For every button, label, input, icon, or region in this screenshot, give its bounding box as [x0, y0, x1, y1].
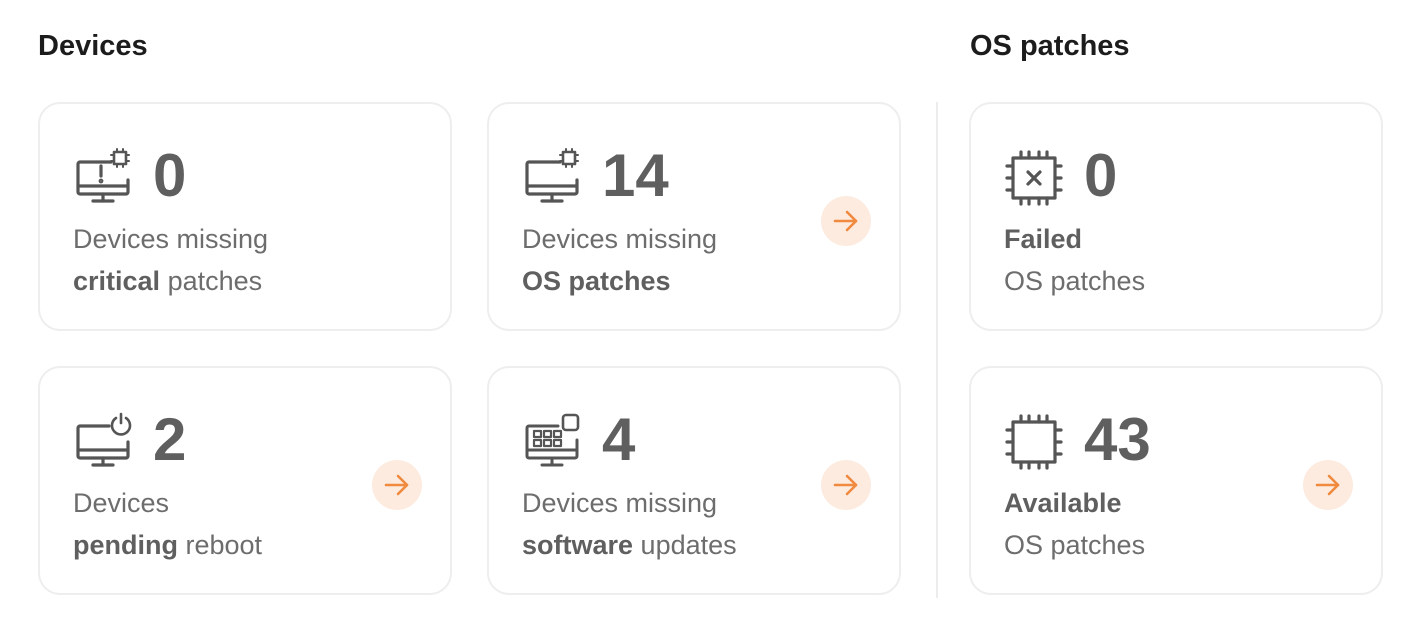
failed-label: Failed OS patches — [1004, 218, 1145, 302]
card-pending-reboot: 2 Devices pending reboot — [38, 366, 452, 595]
os-patches-section-title: OS patches — [970, 30, 1130, 62]
software-arrow-button[interactable] — [821, 460, 871, 510]
os-missing-count: 14 — [602, 142, 669, 209]
card-missing-os-patches: 14 Devices missing OS patches — [487, 102, 901, 331]
monitor-alert-icon — [74, 148, 134, 208]
software-label: Devices missing software updates — [522, 482, 737, 566]
reboot-arrow-button[interactable] — [372, 460, 422, 510]
arrow-right-icon — [384, 474, 409, 496]
arrow-right-icon — [833, 210, 858, 232]
available-arrow-button[interactable] — [1303, 460, 1353, 510]
chip-x-icon — [1005, 148, 1065, 208]
card-failed-os-patches: 0 Failed OS patches — [969, 102, 1383, 331]
reboot-count: 2 — [153, 406, 187, 473]
monitor-chip-icon — [523, 148, 583, 208]
critical-label-line1: Devices missing — [73, 224, 269, 254]
card-software-updates: 4 Devices missing software updates — [487, 366, 901, 595]
available-label-line2: OS patches — [1004, 530, 1146, 560]
card-available-os-patches: 43 Available OS patches — [969, 366, 1383, 595]
arrow-right-icon — [1315, 474, 1340, 496]
monitor-apps-icon — [523, 412, 583, 472]
reboot-label-line1: Devices — [73, 488, 170, 518]
section-divider — [936, 102, 938, 598]
failed-label-line2: OS patches — [1004, 266, 1146, 296]
software-count: 4 — [602, 406, 636, 473]
software-label-line1: Devices missing — [522, 488, 718, 518]
software-label-rest: updates — [633, 530, 737, 560]
os-missing-label-line1: Devices missing — [522, 224, 718, 254]
reboot-label-bold: pending — [73, 530, 178, 560]
reboot-label: Devices pending reboot — [73, 482, 262, 566]
chip-icon — [1005, 412, 1065, 472]
critical-label-bold: critical — [73, 266, 161, 296]
available-count: 43 — [1084, 406, 1151, 473]
arrow-right-icon — [833, 474, 858, 496]
monitor-power-icon — [74, 412, 134, 472]
devices-section-title: Devices — [38, 30, 148, 62]
failed-count: 0 — [1084, 142, 1118, 209]
os-missing-label-bold: OS patches — [522, 266, 671, 296]
available-label-bold: Available — [1004, 488, 1122, 518]
failed-label-bold: Failed — [1004, 224, 1083, 254]
critical-label-rest: patches — [160, 266, 263, 296]
os-missing-arrow-button[interactable] — [821, 196, 871, 246]
card-critical-patches: 0 Devices missing critical patches — [38, 102, 452, 331]
os-missing-label: Devices missing OS patches — [522, 218, 717, 302]
critical-count: 0 — [153, 142, 187, 209]
available-label: Available OS patches — [1004, 482, 1145, 566]
software-label-bold: software — [522, 530, 634, 560]
critical-label: Devices missing critical patches — [73, 218, 268, 302]
reboot-label-rest: reboot — [177, 530, 263, 560]
